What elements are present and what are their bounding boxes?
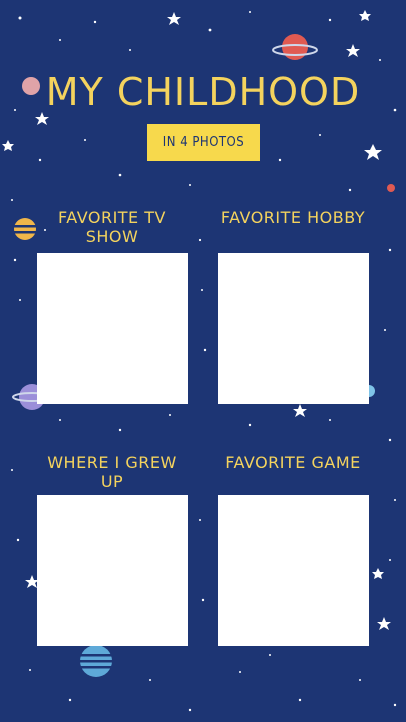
photo-frame-grew-up[interactable]	[37, 495, 188, 646]
slot-label-tv-show: FAVORITE TV SHOW	[58, 208, 166, 246]
planet-striped-icon	[80, 645, 112, 677]
subtitle-text: IN 4 PHOTOS	[162, 135, 245, 150]
page-title: MY CHILDHOOD	[45, 70, 361, 114]
subtitle-badge: IN 4 PHOTOS	[147, 124, 260, 161]
slot-label-hobby: FAVORITE HOBBY	[220, 208, 366, 227]
photo-frame-hobby[interactable]	[218, 253, 369, 404]
planet-striped-icon	[14, 218, 36, 240]
slot-label-grew-up: WHERE I GREW UP	[47, 453, 177, 491]
photo-frame-game[interactable]	[218, 495, 369, 646]
photo-frame-tv-show[interactable]	[37, 253, 188, 404]
planet-dot-icon	[387, 184, 395, 192]
planet-ringed-icon	[272, 34, 318, 60]
story-canvas: MY CHILDHOOD IN 4 PHOTOS FAVORITE TV SHO…	[0, 0, 406, 722]
slot-label-game: FAVORITE GAME	[225, 453, 361, 472]
